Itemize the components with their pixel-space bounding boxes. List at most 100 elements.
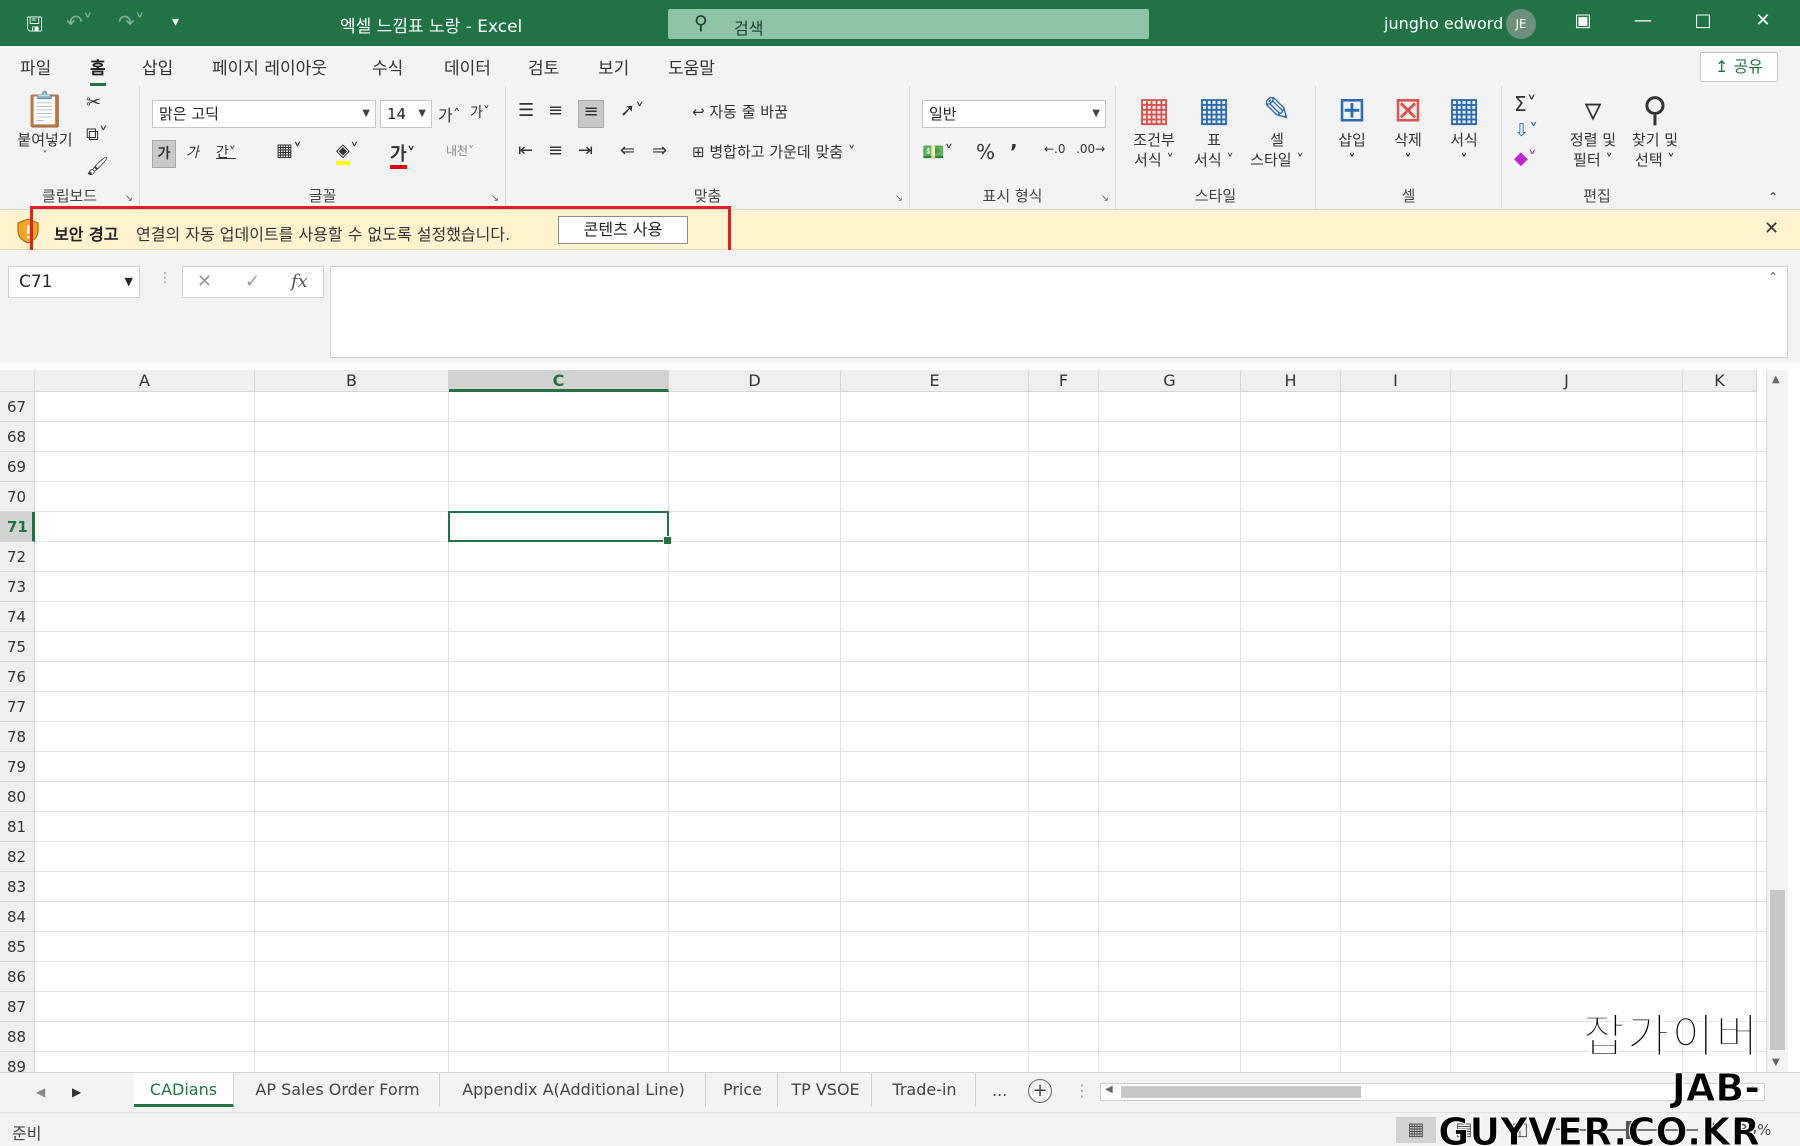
ribbon-display-options-icon[interactable]: ▣ <box>1568 10 1598 31</box>
row-header-80[interactable]: 80 <box>0 782 35 812</box>
italic-icon[interactable]: 가 <box>186 142 199 162</box>
align-center-icon[interactable]: ≡ <box>548 140 563 161</box>
add-sheet-icon[interactable]: + <box>1028 1079 1052 1103</box>
increase-indent-icon[interactable]: ⇒ <box>652 140 667 161</box>
row-header-69[interactable]: 69 <box>0 452 35 482</box>
maximize-icon[interactable]: □ <box>1688 10 1718 31</box>
search-box[interactable]: ⚲ 검색 <box>668 9 1149 39</box>
autosum-icon[interactable]: Σ˅ <box>1514 92 1537 116</box>
column-header-d[interactable]: D <box>669 370 841 392</box>
row-header-88[interactable]: 88 <box>0 1022 35 1052</box>
active-cell[interactable] <box>448 511 672 545</box>
undo-icon[interactable]: ↶˅ <box>66 10 93 34</box>
vertical-scrollbar[interactable]: ▲ ▼ <box>1766 370 1788 1072</box>
row-header-77[interactable]: 77 <box>0 692 35 722</box>
align-left-icon[interactable]: ⇤ <box>518 140 533 161</box>
row-header-84[interactable]: 84 <box>0 902 35 932</box>
row-header-71[interactable]: 71 <box>0 512 35 542</box>
row-header-78[interactable]: 78 <box>0 722 35 752</box>
row-header-83[interactable]: 83 <box>0 872 35 902</box>
column-header-j[interactable]: J <box>1451 370 1683 392</box>
row-header-85[interactable]: 85 <box>0 932 35 962</box>
tab-help[interactable]: 도움말 <box>668 54 715 79</box>
column-header-b[interactable]: B <box>255 370 449 392</box>
comma-style-icon[interactable]: ’ <box>1010 140 1018 164</box>
scroll-left-icon[interactable]: ◀ <box>1105 1084 1113 1095</box>
decrease-decimal-icon[interactable]: .00→ <box>1076 142 1105 156</box>
tab-formulas[interactable]: 수식 <box>372 54 403 79</box>
row-header-79[interactable]: 79 <box>0 752 35 782</box>
accounting-format-icon[interactable]: 💵˅ <box>922 142 953 163</box>
column-header-e[interactable]: E <box>841 370 1029 392</box>
underline-icon[interactable]: 간˅ <box>216 142 236 162</box>
cell-styles-button[interactable]: ✎ 셀 스타일 ˅ <box>1244 90 1310 170</box>
tab-view[interactable]: 보기 <box>598 54 629 79</box>
alignment-launcher-icon[interactable]: ↘ <box>895 193 903 204</box>
redo-icon[interactable]: ↷˅ <box>118 10 145 34</box>
formula-input[interactable] <box>330 266 1788 358</box>
percent-icon[interactable]: % <box>976 140 995 164</box>
customize-qat-icon[interactable]: ▾ <box>172 14 179 30</box>
bold-icon[interactable]: 가 <box>152 140 176 168</box>
font-name-combo[interactable]: 맑은 고딕 ▼ <box>152 100 376 128</box>
increase-decimal-icon[interactable]: ←.0 <box>1044 142 1066 156</box>
row-header-72[interactable]: 72 <box>0 542 35 572</box>
wrap-text-button[interactable]: ↩ 자동 줄 바꿈 <box>692 102 788 122</box>
enter-icon[interactable]: ✓ <box>245 271 260 292</box>
scroll-up-icon[interactable]: ▲ <box>1772 374 1780 385</box>
cut-icon[interactable]: ✂ <box>86 92 101 113</box>
drag-handle-icon[interactable]: ⋮ <box>158 270 172 286</box>
name-box[interactable]: C71 ▼ <box>8 266 140 298</box>
align-right-icon[interactable]: ⇥ <box>578 140 593 161</box>
row-header-74[interactable]: 74 <box>0 602 35 632</box>
row-header-75[interactable]: 75 <box>0 632 35 662</box>
row-header-67[interactable]: 67 <box>0 392 35 422</box>
close-icon[interactable]: ✕ <box>1764 218 1779 239</box>
font-size-combo[interactable]: 14 ▼ <box>380 100 432 128</box>
row-header-86[interactable]: 86 <box>0 962 35 992</box>
decrease-font-icon[interactable]: 가ˇ <box>470 102 490 122</box>
sheet-tab-price[interactable]: Price <box>708 1073 778 1107</box>
collapse-ribbon-icon[interactable]: ⌃ <box>1768 190 1778 204</box>
sheet-tab-ap-sales-order-form[interactable]: AP Sales Order Form <box>236 1073 440 1107</box>
splitter-handle-icon[interactable]: ⋮ <box>1074 1081 1090 1100</box>
column-header-c[interactable]: C <box>449 370 669 392</box>
row-header-87[interactable]: 87 <box>0 992 35 1022</box>
align-bottom-icon[interactable]: ≡ <box>578 100 604 128</box>
delete-cells-button[interactable]: ⊠ 삭제 ˅ <box>1382 90 1434 170</box>
font-color-icon[interactable]: 가˅ <box>390 140 416 169</box>
format-as-table-button[interactable]: ▦ 표 서식 ˅ <box>1186 90 1242 170</box>
phonetic-icon[interactable]: 내천˅ <box>446 142 474 159</box>
close-icon[interactable]: ✕ <box>1748 10 1778 31</box>
format-painter-icon[interactable]: 🖌 <box>86 156 109 177</box>
orientation-icon[interactable]: ➚˅ <box>620 100 644 121</box>
clipboard-launcher-icon[interactable]: ↘ <box>125 193 133 204</box>
user-name[interactable]: jungho edword <box>1384 14 1503 33</box>
tab-home[interactable]: 홈 <box>90 54 106 86</box>
merge-center-button[interactable]: ⊞ 병합하고 가운데 맞춤 ˅ <box>692 142 855 162</box>
borders-icon[interactable]: ▦˅ <box>276 140 302 161</box>
number-format-combo[interactable]: 일반 ▼ <box>922 100 1106 128</box>
sheet-tab-appendix-a[interactable]: Appendix A(Additional Line) <box>442 1073 706 1107</box>
insert-function-icon[interactable]: fx <box>291 271 308 292</box>
fill-icon[interactable]: ⇩˅ <box>1514 120 1538 141</box>
find-select-button[interactable]: ⚲ 찾기 및 선택 ˅ <box>1624 90 1686 170</box>
column-header-k[interactable]: K <box>1683 370 1757 392</box>
row-header-73[interactable]: 73 <box>0 572 35 602</box>
tab-data[interactable]: 데이터 <box>444 54 491 79</box>
collapse-formula-icon[interactable]: ⌃ <box>1768 270 1778 284</box>
insert-cells-button[interactable]: ⊞ 삽입 ˅ <box>1326 90 1378 170</box>
column-header-f[interactable]: F <box>1029 370 1099 392</box>
tab-file[interactable]: 파일 <box>20 54 51 79</box>
more-sheets[interactable]: ... <box>992 1081 1007 1100</box>
align-middle-icon[interactable]: ≡ <box>548 100 563 121</box>
copy-icon[interactable]: ⧉˅ <box>86 124 108 145</box>
scroll-down-icon[interactable]: ▼ <box>1772 1057 1780 1068</box>
row-header-70[interactable]: 70 <box>0 482 35 512</box>
select-all-corner[interactable] <box>0 370 35 392</box>
sort-filter-button[interactable]: ▿ 정렬 및 필터 ˅ <box>1562 90 1624 170</box>
save-icon[interactable]: 🖫 <box>26 10 43 44</box>
row-header-68[interactable]: 68 <box>0 422 35 452</box>
tab-review[interactable]: 검토 <box>528 54 559 79</box>
next-sheet-icon[interactable]: ▶ <box>72 1085 81 1099</box>
